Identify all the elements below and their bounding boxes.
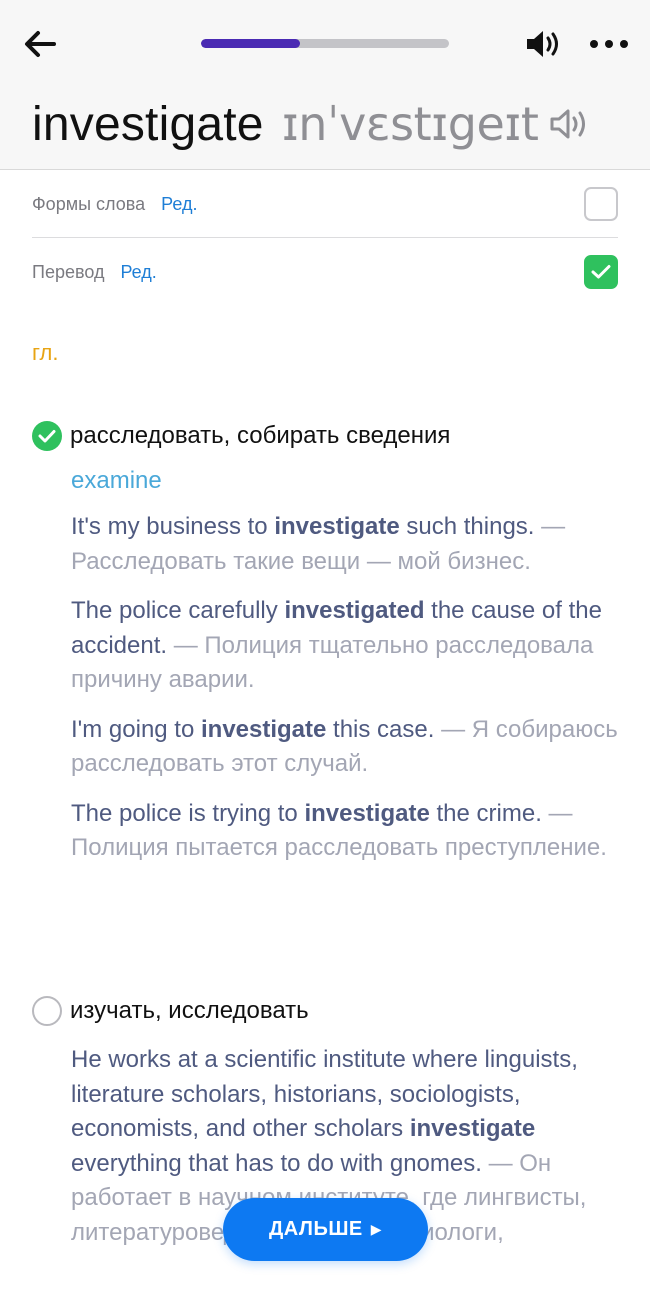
checkmark-icon [591,265,611,279]
synonym: examine [71,467,162,494]
sound-toggle-button[interactable] [524,28,564,60]
more-menu-button[interactable] [590,34,628,54]
more-dots-icon [590,40,598,48]
meaning-item: расследовать, собирать сведения examine … [32,419,618,866]
meaning-unselected-radio[interactable] [32,996,62,1026]
meaning-selected-radio[interactable] [32,421,62,451]
back-button[interactable] [22,28,58,60]
play-triangle-icon: ▶ [370,1221,383,1237]
top-bar: investigate ɪnˈvɛstɪgeɪt [0,0,650,170]
part-of-speech: гл. [32,340,59,365]
next-button[interactable]: ДАЛЬШЕ ▶ [223,1198,428,1261]
divider [32,237,618,238]
checkmark-icon [38,430,56,443]
speaker-icon [527,31,558,57]
translation-edit-link[interactable]: Ред. [120,262,156,283]
word-text: investigate [32,97,264,151]
meaning-header[interactable]: изучать, исследовать [32,994,618,1028]
arrow-left-icon [25,31,56,57]
example-sentence: It's my business to investigate such thi… [71,513,566,575]
translation-checkbox[interactable] [584,255,618,289]
speaker-outline-icon[interactable] [548,104,592,144]
example-sentence: The police is trying to investigate the … [71,799,607,862]
meaning-title: изучать, исследовать [70,997,309,1024]
example-sentence: The police carefully investigated the ca… [71,597,602,693]
meaning-header[interactable]: расследовать, собирать сведения [32,419,618,453]
meaning-title: расследовать, собирать сведения [70,422,451,449]
word-forms-edit-link[interactable]: Ред. [161,194,197,215]
next-button-label: ДАЛЬШЕ [268,1218,363,1240]
lesson-progress-fill [201,39,301,48]
word-heading: investigate ɪnˈvɛstɪgeɪt [32,92,592,156]
word-forms-checkbox[interactable] [584,187,618,221]
word-forms-label: Формы слова [32,193,146,214]
example-list: It's my business to investigate such thi… [71,510,618,866]
lesson-progress-bar [201,39,449,48]
translation-label: Перевод [32,261,105,282]
translation-row: Перевод Ред. [32,239,618,305]
example-sentence: I'm going to investigate this case. — Я … [71,715,618,778]
word-forms-row: Формы слова Ред. [32,171,618,237]
word-transcription: ɪnˈvɛstɪgeɪt [281,97,539,151]
